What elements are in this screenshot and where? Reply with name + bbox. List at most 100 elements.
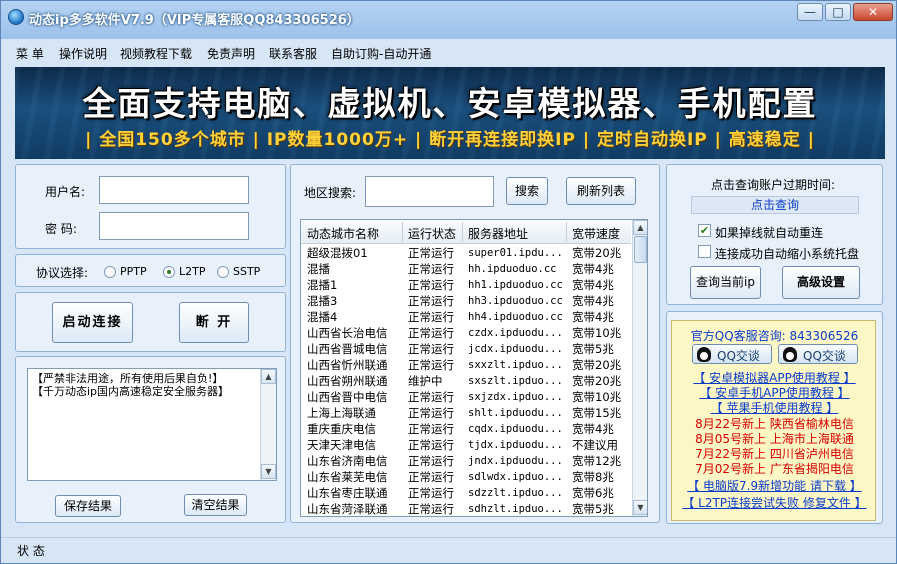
table-row[interactable]: 重庆重庆电信 正常运行 cqdx.ipduodu... 宽带4兆: [301, 421, 631, 437]
close-button[interactable]: ✕: [853, 3, 893, 21]
log-panel: 【严禁非法用途，所有使用后果自负!】 【千万动态ip国内高速稳定安全服务器】 ▲…: [15, 356, 286, 523]
table-cell: 山东省枣庄联通: [307, 486, 388, 500]
menu-self-order[interactable]: 自助订购-自动开通: [331, 45, 431, 62]
update-download-link[interactable]: 【 电脑版7.9新增功能 请下载 】: [672, 477, 877, 494]
scroll-thumb[interactable]: [634, 236, 647, 263]
table-row[interactable]: 山西省晋中电信 正常运行 sxjzdx.ipduo... 宽带10兆: [301, 389, 631, 405]
table-row[interactable]: 混播1 正常运行 hh1.ipduoduo.cc 宽带4兆: [301, 277, 631, 293]
menu-disclaimer[interactable]: 免责声明: [207, 45, 255, 62]
title-bar[interactable]: 动态ip多多软件V7.9（VIP专属客服QQ843306526） — □ ✕: [1, 1, 896, 39]
protocol-sstp-label[interactable]: SSTP: [233, 265, 260, 278]
banner-title: 全面支持电脑、虚拟机、安卓模拟器、手机配置: [82, 84, 818, 123]
table-row[interactable]: 山东省枣庄联通 正常运行 sdzzlt.ipduo... 宽带6兆: [301, 485, 631, 501]
column-divider: [462, 222, 463, 242]
news-item: 7月02号新上 广东省揭阳电信: [695, 462, 854, 476]
table-row[interactable]: 天津天津电信 正常运行 tjdx.ipduodu... 不建议用: [301, 437, 631, 453]
table-cell: 山东省菏泽联通: [307, 502, 388, 516]
password-input[interactable]: [99, 212, 249, 240]
table-header: 动态城市名称 运行状态 服务器地址 宽带速度: [301, 220, 631, 244]
info-box: 官方QQ客服咨询: 843306526 QQ交谈 QQ交谈 【 安卓模拟器APP…: [671, 320, 876, 521]
table-cell: jndx.ipduodu...: [468, 455, 563, 467]
menu-video-tutorial[interactable]: 视频教程下载: [120, 45, 192, 62]
clear-log-button[interactable]: 清空结果: [184, 494, 247, 516]
protocol-pptp-label[interactable]: PPTP: [120, 265, 147, 278]
query-expiry-link[interactable]: 点击查询: [691, 196, 859, 214]
protocol-label: 协议选择:: [36, 266, 89, 280]
auto-reconnect-label[interactable]: 如果掉线就自动重连: [715, 224, 823, 241]
expiry-label: 点击查询账户过期时间:: [711, 178, 836, 192]
table-cell: 山西省忻州联通: [307, 358, 388, 372]
menu-instructions[interactable]: 操作说明: [59, 45, 107, 62]
l2tp-fix-link[interactable]: 【 L2TP连接尝试失败 修复文件 】: [672, 494, 877, 511]
scroll-down-icon[interactable]: ▼: [633, 500, 647, 515]
scroll-up-icon[interactable]: ▲: [261, 369, 276, 384]
menu-contact-support[interactable]: 联系客服: [269, 45, 317, 62]
table-cell: 混播: [307, 262, 330, 276]
connect-button[interactable]: 启动连接: [52, 302, 133, 343]
table-row[interactable]: 山东省菏泽联通 正常运行 sdhzlt.ipduo... 宽带5兆: [301, 501, 631, 516]
table-row[interactable]: 山西省朔州联通 维护中 sxszlt.ipduo... 宽带20兆: [301, 373, 631, 389]
table-row[interactable]: 混播3 正常运行 hh3.ipduoduo.cc 宽带4兆: [301, 293, 631, 309]
column-header-speed[interactable]: 宽带速度: [572, 225, 620, 242]
table-row[interactable]: 山东省济南电信 正常运行 jndx.ipduodu... 宽带12兆: [301, 453, 631, 469]
qq-chat-button-1[interactable]: QQ交谈: [692, 344, 772, 364]
column-divider: [402, 222, 403, 242]
table-cell: cqdx.ipduodu...: [468, 423, 563, 435]
qq-penguin-icon: [697, 347, 711, 362]
log-textarea[interactable]: 【严禁非法用途，所有使用后果自负!】 【千万动态ip国内高速稳定安全服务器】 ▲…: [27, 368, 277, 481]
table-cell: 山西省朔州联通: [307, 374, 388, 388]
table-cell: 正常运行: [408, 294, 454, 308]
table-row[interactable]: 混播4 正常运行 hh4.ipduoduo.cc 宽带4兆: [301, 309, 631, 325]
table-cell: 正常运行: [408, 454, 454, 468]
minimize-button[interactable]: —: [797, 3, 823, 21]
refresh-list-button[interactable]: 刷新列表: [566, 177, 636, 205]
minimize-tray-label[interactable]: 连接成功自动缩小系统托盘: [715, 245, 859, 262]
table-cell: 宽带4兆: [572, 262, 614, 276]
table-cell: 山西省晋中电信: [307, 390, 388, 404]
column-header-city[interactable]: 动态城市名称: [307, 225, 379, 242]
table-row[interactable]: 混播 正常运行 hh.ipduoduo.cc 宽带4兆: [301, 261, 631, 277]
table-cell: 正常运行: [408, 278, 454, 292]
username-input[interactable]: [99, 176, 249, 204]
table-cell: 正常运行: [408, 262, 454, 276]
column-header-status[interactable]: 运行状态: [408, 225, 456, 242]
auto-reconnect-checkbox[interactable]: ✔: [698, 224, 711, 237]
table-cell: 重庆重庆电信: [307, 422, 376, 436]
table-row[interactable]: 上海上海联通 正常运行 shlt.ipduodu... 宽带15兆: [301, 405, 631, 421]
table-cell: 山东省济南电信: [307, 454, 388, 468]
qq-chat-button-2[interactable]: QQ交谈: [778, 344, 858, 364]
table-row[interactable]: 山东省莱芜电信 正常运行 sdlwdx.ipduo... 宽带8兆: [301, 469, 631, 485]
minimize-tray-checkbox[interactable]: [698, 245, 711, 258]
search-button[interactable]: 搜索: [506, 177, 548, 205]
table-row[interactable]: 山西省忻州联通 正常运行 sxxzlt.ipduo... 宽带20兆: [301, 357, 631, 373]
maximize-button[interactable]: □: [825, 3, 851, 21]
server-list-scrollbar[interactable]: ▲ ▼: [632, 220, 647, 516]
table-cell: 宽带4兆: [572, 278, 614, 292]
log-scrollbar[interactable]: ▲ ▼: [260, 369, 276, 480]
table-cell: 天津天津电信: [307, 438, 376, 452]
disconnect-button[interactable]: 断 开: [179, 302, 249, 343]
iphone-tutorial-link[interactable]: 【 苹果手机使用教程 】: [672, 399, 877, 416]
region-search-input[interactable]: [365, 176, 494, 207]
advanced-settings-button[interactable]: 高级设置: [782, 266, 860, 299]
menu-main[interactable]: 菜 单: [16, 45, 44, 62]
login-panel: 用户名: 密 码:: [15, 164, 286, 249]
table-row[interactable]: 山西省晋城电信 正常运行 jcdx.ipduodu... 宽带5兆: [301, 341, 631, 357]
scroll-up-icon[interactable]: ▲: [633, 220, 647, 235]
table-cell: czdx.ipduodu...: [468, 327, 563, 339]
column-header-server[interactable]: 服务器地址: [468, 225, 528, 242]
protocol-l2tp-radio[interactable]: [163, 266, 175, 278]
table-row[interactable]: 山西省长治电信 正常运行 czdx.ipduodu... 宽带10兆: [301, 325, 631, 341]
protocol-l2tp-label[interactable]: L2TP: [179, 265, 205, 278]
protocol-pptp-radio[interactable]: [104, 266, 116, 278]
table-cell: super01.ipdu...: [468, 247, 563, 259]
query-ip-button[interactable]: 查询当前ip: [690, 266, 761, 299]
status-bar: 状 态: [1, 537, 896, 563]
save-log-button[interactable]: 保存结果: [55, 495, 121, 517]
table-cell: 宽带5兆: [572, 342, 614, 356]
table-cell: 宽带4兆: [572, 422, 614, 436]
table-cell: 混播1: [307, 278, 338, 292]
scroll-down-icon[interactable]: ▼: [261, 464, 276, 479]
table-row[interactable]: 超级混拨01 正常运行 super01.ipdu... 宽带20兆: [301, 245, 631, 261]
protocol-sstp-radio[interactable]: [217, 266, 229, 278]
